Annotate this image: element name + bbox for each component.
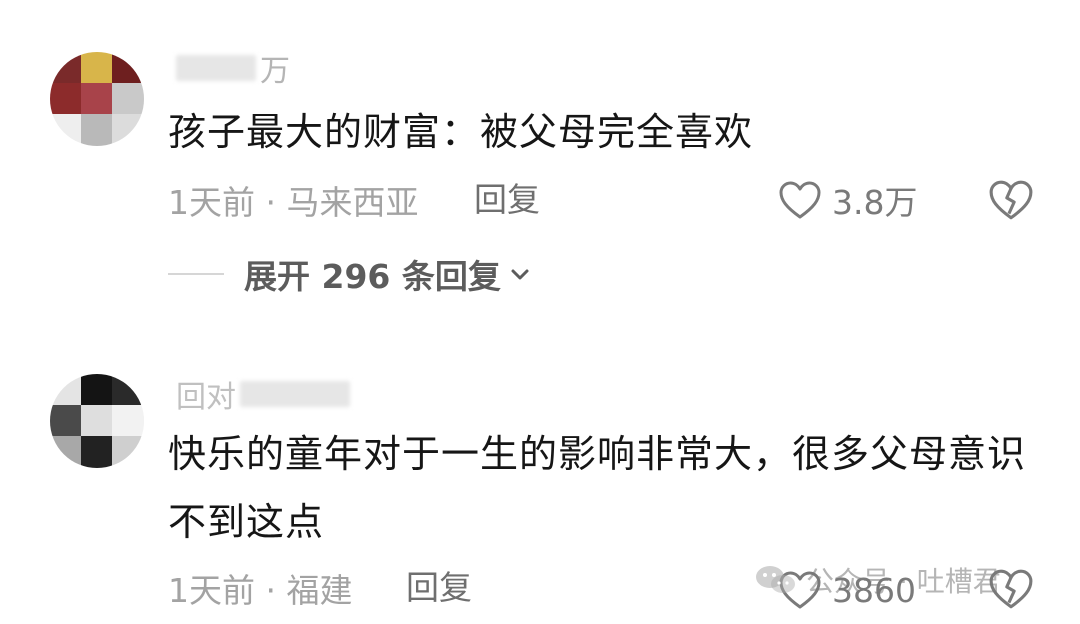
expand-label: 展开 296 条回复 [244,257,501,296]
chevron-down-icon [511,269,529,280]
broken-heart-icon[interactable] [988,177,1034,223]
reply-button[interactable]: 回复 [406,564,472,612]
watermark: 公众号 · 吐槽君 [754,560,1001,600]
expand-replies-button[interactable]: 展开 296 条回复 [168,248,531,300]
like-count: 3.8万 [832,183,918,222]
wechat-icon [756,566,795,593]
heart-icon [779,181,821,219]
like-button[interactable]: 3.8万 [778,176,917,224]
username[interactable]: 回对 [176,378,350,415]
username-prefix: 回对 [176,380,236,415]
comment-meta: 1天前 · 马来西亚 [168,183,419,222]
avatar[interactable] [50,52,144,146]
reply-button[interactable]: 回复 [474,176,540,224]
comment-text: 孩子最大的财富：被父母完全喜欢 [168,110,754,154]
watermark-text: 公众号 · 吐槽君 [806,565,1001,598]
avatar[interactable] [50,374,144,468]
username-redacted [240,381,350,407]
comment-text: 快乐的童年对于一生的影响非常大，很多父母意识不到这点 [168,432,1027,544]
username-suffix: 万 [260,54,290,89]
username[interactable]: 万 [176,52,290,89]
username-redacted [176,55,256,81]
divider-line [168,273,224,275]
comment-meta: 1天前 · 福建 [168,571,353,610]
